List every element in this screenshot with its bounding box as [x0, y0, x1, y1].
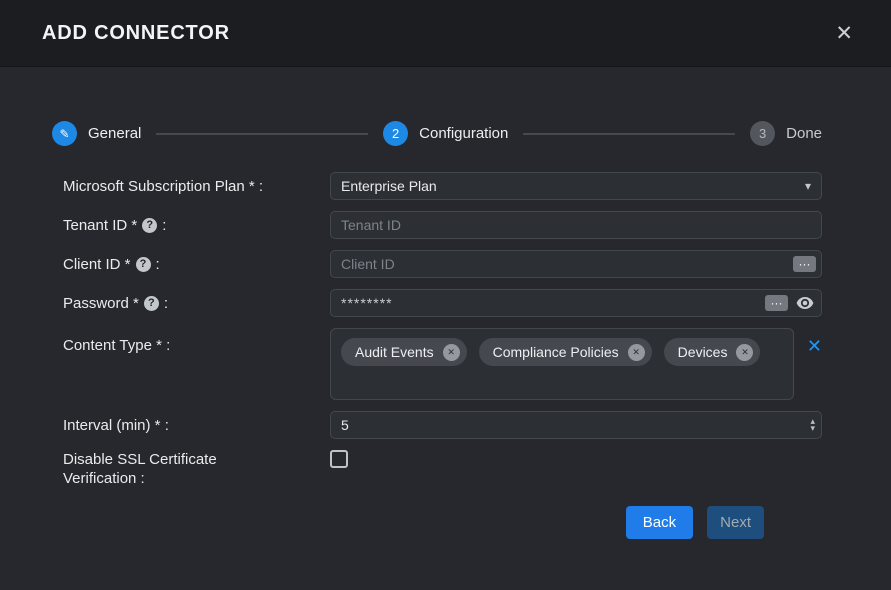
subscription-plan-select[interactable]: Enterprise Plan ▾ [330, 172, 822, 200]
field-row-interval: Interval (min) * : ▴ ▾ [63, 411, 822, 439]
help-icon[interactable]: ? [144, 296, 159, 311]
stepper: ✎ General 2 Configuration 3 Done [52, 121, 822, 146]
field-row-tenant-id: Tenant ID * ? : [63, 211, 822, 239]
subscription-plan-value: Enterprise Plan [341, 178, 437, 194]
step-general[interactable]: ✎ General [52, 121, 141, 146]
dialog-header: ADD CONNECTOR ✕ [0, 0, 891, 67]
field-row-ssl-verification: Disable SSL Certificate Verification : [63, 450, 822, 488]
content-type-chipbox[interactable]: Audit Events ✕ Compliance Policies ✕ Dev… [330, 328, 794, 400]
step-general-circle: ✎ [52, 121, 77, 146]
help-icon[interactable]: ? [142, 218, 157, 233]
close-icon[interactable]: ✕ [835, 23, 853, 44]
connector-form: Microsoft Subscription Plan * : Enterpri… [0, 172, 891, 539]
add-connector-dialog: ADD CONNECTOR ✕ ✎ General 2 Configuratio… [0, 0, 891, 590]
more-options-button[interactable]: ··· [793, 256, 816, 272]
more-options-button[interactable]: ··· [765, 295, 788, 311]
remove-chip-icon[interactable]: ✕ [628, 344, 645, 361]
password-label: Password * ? : [63, 295, 330, 312]
next-button[interactable]: Next [707, 506, 764, 539]
field-row-password: Password * ? : ··· [63, 289, 822, 317]
field-row-subscription-plan: Microsoft Subscription Plan * : Enterpri… [63, 172, 822, 200]
dialog-footer: Back Next [63, 506, 822, 539]
step-configuration-circle: 2 [383, 121, 408, 146]
field-row-client-id: Client ID * ? : ··· [63, 250, 822, 278]
client-id-label: Client ID * ? : [63, 256, 330, 273]
tenant-id-input[interactable] [330, 211, 822, 239]
step-done-number: 3 [759, 126, 766, 141]
content-type-chip: Audit Events ✕ [341, 338, 467, 366]
content-type-chip: Devices ✕ [664, 338, 761, 366]
step-done-circle: 3 [750, 121, 775, 146]
help-icon[interactable]: ? [136, 257, 151, 272]
stepper-down-icon[interactable]: ▾ [810, 425, 815, 432]
clear-all-icon[interactable]: ✕ [807, 337, 822, 355]
step-configuration[interactable]: 2 Configuration [383, 121, 508, 146]
back-button[interactable]: Back [626, 506, 693, 539]
step-connector-line [523, 133, 735, 135]
ssl-verification-label: Disable SSL Certificate Verification : [63, 450, 330, 488]
dialog-title: ADD CONNECTOR [42, 22, 230, 45]
remove-chip-icon[interactable]: ✕ [443, 344, 460, 361]
content-type-chip: Compliance Policies ✕ [479, 338, 652, 366]
field-row-content-type: Content Type * : Audit Events ✕ Complian… [63, 328, 822, 400]
client-id-input[interactable] [330, 250, 822, 278]
interval-input[interactable] [330, 411, 822, 439]
tenant-id-label: Tenant ID * ? : [63, 217, 330, 234]
step-general-label: General [88, 125, 141, 142]
interval-label: Interval (min) * : [63, 417, 330, 434]
content-type-label: Content Type * : [63, 328, 330, 354]
pencil-icon: ✎ [59, 127, 69, 141]
eye-icon[interactable] [796, 297, 814, 310]
step-configuration-number: 2 [392, 126, 399, 141]
number-stepper[interactable]: ▴ ▾ [810, 418, 815, 432]
chip-label: Devices [678, 344, 728, 360]
password-input[interactable] [330, 289, 822, 317]
chip-label: Compliance Policies [493, 344, 619, 360]
chevron-down-icon: ▾ [805, 180, 811, 192]
step-connector-line [156, 133, 368, 135]
remove-chip-icon[interactable]: ✕ [736, 344, 753, 361]
step-done-label: Done [786, 125, 822, 142]
step-configuration-label: Configuration [419, 125, 508, 142]
chip-label: Audit Events [355, 344, 434, 360]
subscription-plan-label: Microsoft Subscription Plan * : [63, 178, 330, 195]
ssl-verification-checkbox[interactable] [330, 450, 348, 468]
step-done: 3 Done [750, 121, 822, 146]
